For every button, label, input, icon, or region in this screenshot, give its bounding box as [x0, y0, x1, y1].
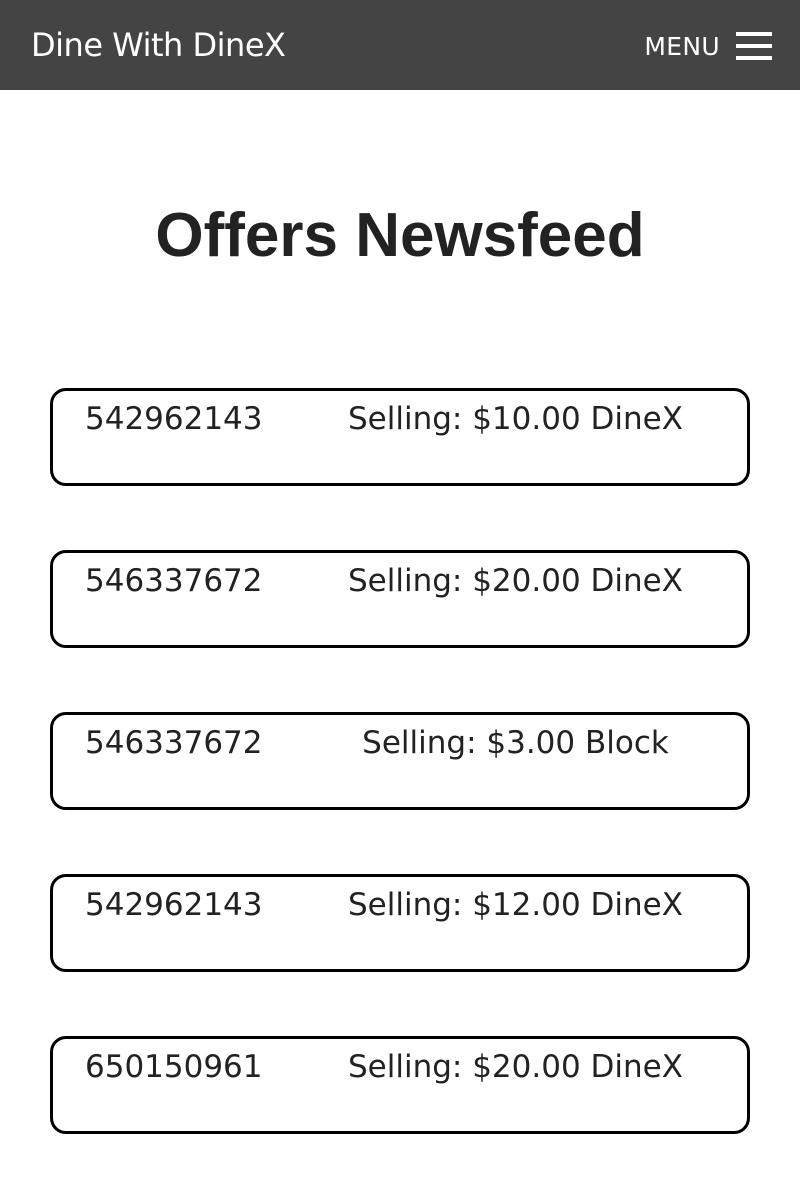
offer-list: 542962143 Selling: $10.00 DineX 54633767…	[50, 388, 750, 1198]
offer-id: 542962143	[85, 887, 263, 923]
offer-description: Selling: $12.00 DineX	[348, 887, 683, 923]
offer-description: Selling: $10.00 DineX	[348, 401, 683, 437]
menu-label: MENU	[644, 31, 720, 61]
navbar: Dine With DineX MENU	[0, 0, 800, 90]
offer-id: 542962143	[85, 401, 263, 437]
offer-card[interactable]: 546337672 Selling: $20.00 DineX	[50, 550, 750, 648]
offer-card[interactable]: 650150961 Selling: $20.00 DineX	[50, 1036, 750, 1134]
brand-link[interactable]: Dine With DineX	[31, 24, 286, 66]
offer-description: Selling: $20.00 DineX	[348, 563, 683, 599]
page-title: Offers Newsfeed	[155, 201, 645, 270]
offer-card[interactable]: 542962143 Selling: $12.00 DineX	[50, 874, 750, 972]
offer-id: 546337672	[85, 725, 263, 761]
hamburger-icon	[736, 32, 772, 60]
offer-id: 650150961	[85, 1049, 263, 1085]
offer-id: 546337672	[85, 563, 263, 599]
offer-description: Selling: $3.00 Block	[362, 725, 669, 761]
offer-description: Selling: $20.00 DineX	[348, 1049, 683, 1085]
offer-card[interactable]: 542962143 Selling: $10.00 DineX	[50, 388, 750, 486]
offer-card[interactable]: 546337672 Selling: $3.00 Block	[50, 712, 750, 810]
menu-toggle-button[interactable]: MENU	[644, 30, 772, 62]
